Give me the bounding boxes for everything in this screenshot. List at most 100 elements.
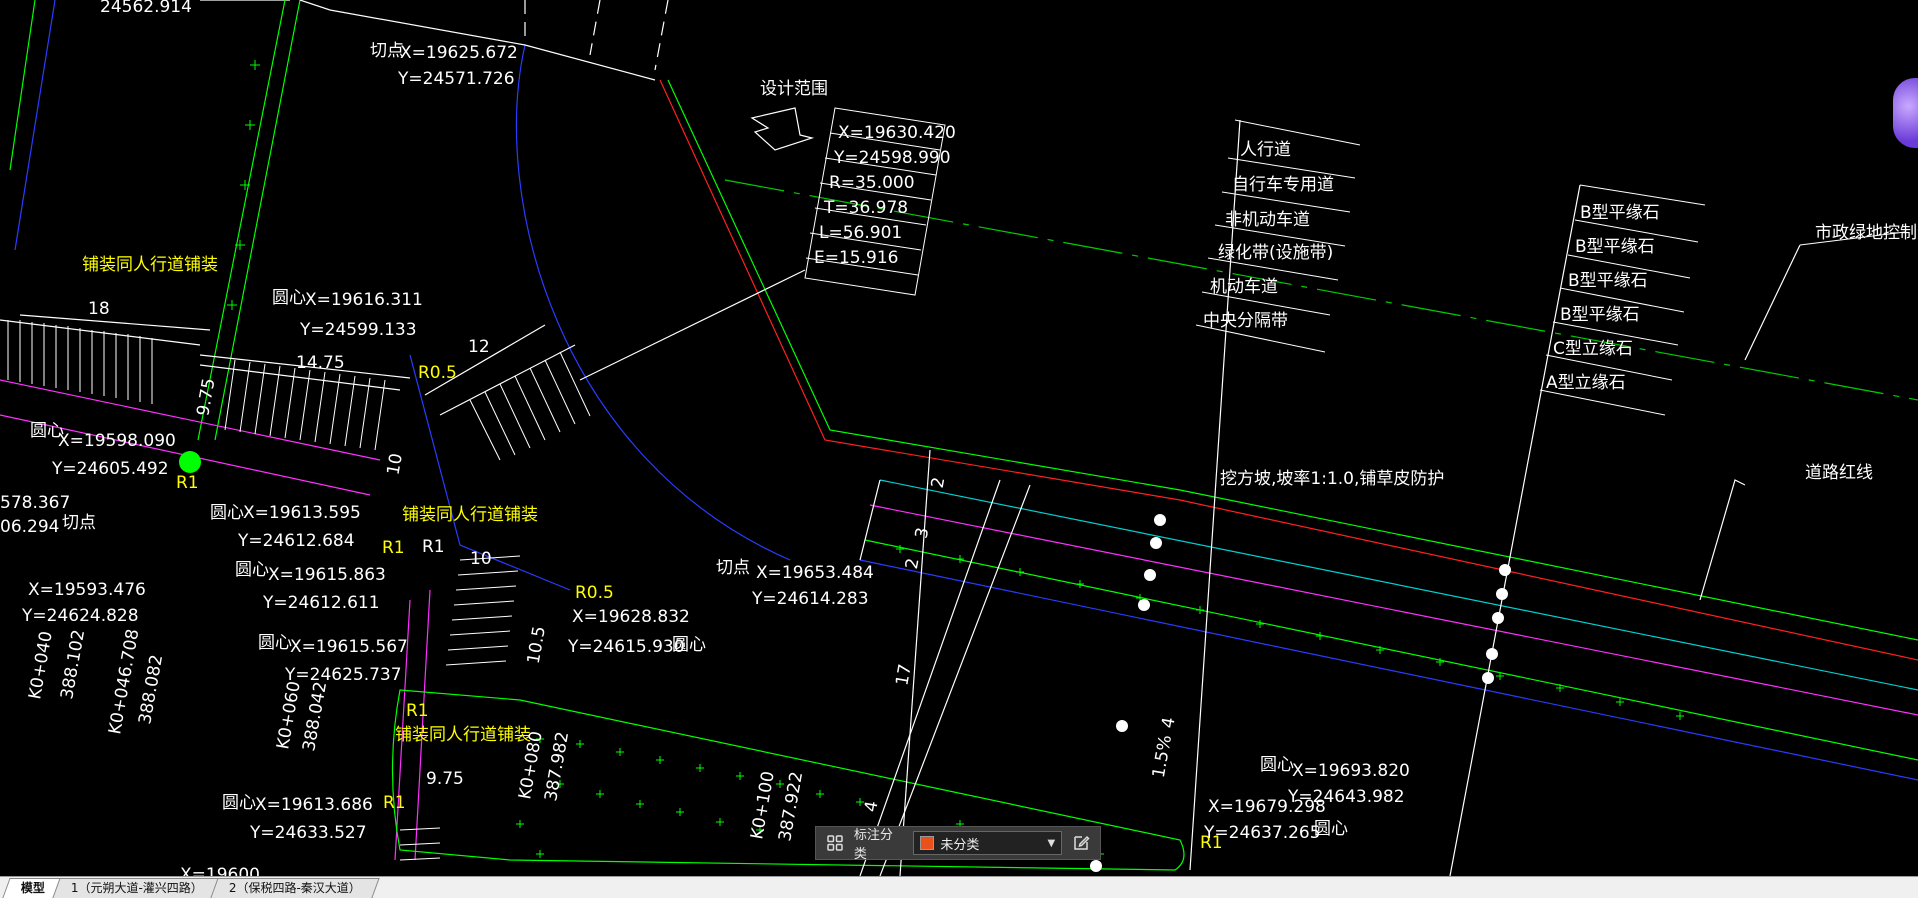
coord-top-y: 24562.914 [100, 0, 192, 17]
center-1-title: 圆心 [272, 288, 306, 308]
dim-slope: 1.5% [1149, 733, 1176, 779]
dim-10-vertical: 10 [383, 452, 406, 477]
curb-type-4: B型平缘石 [1560, 305, 1640, 325]
dim-17: 17 [892, 662, 915, 687]
center-3-y: Y=24612.684 [237, 531, 355, 551]
layer-median: 中央分隔带 [1203, 311, 1288, 331]
radius-r05-b: R0.5 [575, 583, 614, 603]
left-cut-title: 切点 [62, 513, 96, 533]
layer-sidewalk: 人行道 [1240, 140, 1291, 160]
center-7-x: X=19628.832 [572, 607, 690, 627]
chainage-1: K0+040 [25, 630, 57, 701]
tab-model-label: 模型 [20, 881, 45, 895]
chainage-3-elev: 388.042 [299, 680, 331, 753]
cad-drawing-canvas[interactable]: 24562.914 切点 X=19625.672 Y=24571.726 设计范… [0, 0, 1918, 876]
center-8-title: 圆心 [1260, 755, 1294, 775]
tab-layout-2-label: 2（保税四路-秦汉大道） [228, 881, 361, 895]
center-2-x: X=19598.090 [58, 431, 176, 451]
curb-type-6: A型立缘石 [1546, 373, 1626, 393]
layer-bike-lane: 自行车专用道 [1232, 175, 1334, 195]
dim-9-75: 9.75 [426, 769, 464, 789]
center-6-y: Y=24633.527 [249, 823, 367, 843]
curve-x: X=19630.420 [838, 123, 956, 143]
layer-green-belt: 绿化带(设施带) [1218, 243, 1333, 263]
dim-10-5: 10.5 [524, 625, 550, 666]
center-8-x: X=19693.820 [1292, 761, 1410, 781]
bottom-left-x: X=19600 [180, 865, 260, 876]
radius-r1-e: R1 [383, 793, 406, 813]
radius-r1-a: R1 [176, 473, 199, 493]
center-4-x: X=19615.863 [268, 565, 386, 585]
center-3-title: 圆心 [210, 503, 244, 523]
dim-4b: 4 [861, 799, 883, 813]
tangent-2-x: X=19653.484 [756, 563, 874, 583]
curb-type-5: C型立缘石 [1553, 339, 1633, 359]
center-5-y: Y=24625.737 [284, 665, 402, 685]
center-4-y: Y=24612.611 [262, 593, 380, 613]
curve-y: Y=24598.990 [833, 148, 951, 168]
edit-icon[interactable] [1070, 832, 1092, 854]
category-color-swatch [920, 836, 935, 850]
tab-layout-1[interactable]: 1（元朔大道-灌兴四路） [52, 878, 222, 898]
dim-2b: 2 [902, 557, 924, 571]
tangent-y: Y=24571.726 [397, 69, 515, 89]
tangent-2-title: 切点 [716, 558, 750, 578]
center-1-x: X=19616.311 [305, 290, 423, 310]
tangent-x: X=19625.672 [400, 43, 518, 63]
point-left-x: X=19593.476 [28, 580, 146, 600]
dim-12: 12 [468, 337, 490, 357]
radius-r1-b: R1 [382, 538, 405, 558]
center-7-title: 圆心 [672, 635, 706, 655]
excavation-note: 挖方坡,坡率1:1.0,铺草皮防护 [1220, 469, 1444, 489]
paving-note-1: 铺装同人行道铺装 [82, 255, 218, 275]
category-select[interactable]: 未分类 ▼ [913, 831, 1063, 855]
category-grid-icon[interactable] [824, 832, 846, 854]
tab-layout-2[interactable]: 2（保税四路-秦汉大道） [210, 878, 380, 898]
curve-e: E=15.916 [814, 248, 898, 268]
dim-14-75: 14.75 [296, 353, 345, 373]
category-selected-value: 未分类 [940, 837, 980, 853]
green-control-line-label: 市政绿地控制线 [1815, 223, 1918, 243]
center-9-y: Y=24637.265 [1203, 823, 1321, 843]
center-6-x: X=19613.686 [255, 795, 373, 815]
dim-4: 4 [1158, 716, 1180, 730]
curb-type-2: B型平缘石 [1575, 237, 1655, 257]
center-6-title: 圆心 [222, 793, 256, 813]
chainage-1-elev: 388.102 [57, 628, 89, 701]
dim-10: 10 [470, 549, 492, 569]
center-2-y: Y=24605.492 [51, 459, 169, 479]
dim-18: 18 [88, 299, 110, 319]
radius-r05-a: R0.5 [418, 363, 457, 383]
layout-tab-bar: 模型 1（元朔大道-灌兴四路） 2（保税四路-秦汉大道） [0, 876, 1918, 898]
radius-r1-d: R1 [406, 701, 429, 721]
design-range-label: 设计范围 [760, 79, 828, 99]
center-4-title: 圆心 [235, 560, 269, 580]
left-cut-1: 578.367 [0, 493, 70, 513]
chainage-2-elev: 388.082 [135, 653, 167, 726]
curve-r: R=35.000 [829, 173, 915, 193]
dim-9-75-vertical: 9.75 [193, 377, 219, 418]
center-7-y: Y=24615.930 [567, 637, 685, 657]
navigation-wheel-orb[interactable] [1893, 78, 1918, 148]
center-5-x: X=19615.567 [290, 637, 408, 657]
dim-3: 3 [912, 526, 934, 540]
tangent-2-y: Y=24614.283 [751, 589, 869, 609]
category-label: 标注分类 [853, 828, 893, 862]
chevron-down-icon: ▼ [1047, 837, 1056, 849]
layer-nonmotor-lane: 非机动车道 [1225, 210, 1310, 230]
chainage-5: K0+100 [747, 770, 779, 841]
curve-l: L=56.901 [819, 223, 902, 243]
paving-note-3: 铺装同人行道铺装 [395, 725, 531, 745]
layer-motor-lane: 机动车道 [1210, 277, 1278, 297]
center-9-title: 圆心 [1314, 819, 1348, 839]
dim-2: 2 [928, 476, 950, 490]
curb-type-1: B型平缘石 [1580, 203, 1660, 223]
point-left-y: Y=24624.828 [21, 606, 139, 626]
tab-layout-1-label: 1（元朔大道-灌兴四路） [70, 881, 203, 895]
center-1-y: Y=24599.133 [299, 320, 417, 340]
paving-note-2: 铺装同人行道铺装 [402, 505, 538, 525]
curve-t: T=36.978 [823, 198, 908, 218]
chainage-4-elev: 387.982 [541, 730, 573, 803]
left-cut-2: 06.294 [0, 517, 59, 537]
center-3-x: X=19613.595 [243, 503, 361, 523]
